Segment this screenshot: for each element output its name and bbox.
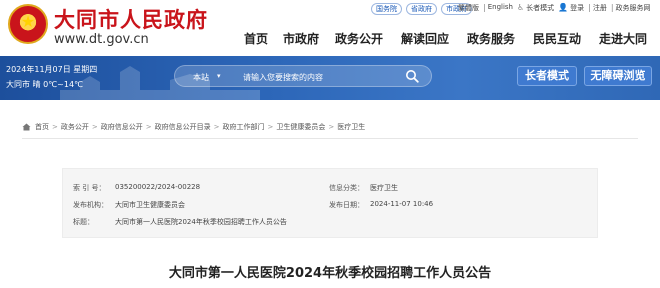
nav-government-affairs[interactable]: 政务公开 (326, 30, 392, 47)
search-icon[interactable] (405, 69, 419, 83)
publish-date-value: 2024-11-07 10:46 (370, 200, 434, 208)
tag-state-council[interactable]: 国务院 (371, 3, 402, 15)
national-emblem-icon: ★ (8, 4, 48, 44)
breadcrumb-info-disclosure[interactable]: 政府信息公开 (101, 122, 143, 132)
breadcrumb-separator: > (91, 123, 98, 131)
article-title: 大同市第一人民医院2024年秋季校园招聘工作人员公告 (168, 266, 492, 281)
publish-date-label: 发布日期： (329, 201, 364, 209)
top-tags: 国务院 省政府 市政府 (371, 3, 472, 15)
breadcrumb-disclosure-catalog[interactable]: 政府信息公开目录 (155, 122, 211, 132)
breadcrumb-medical[interactable]: 医疗卫生 (337, 122, 365, 132)
chevron-down-icon[interactable]: ▾ (217, 72, 221, 80)
category-value: 医疗卫生 (370, 184, 398, 192)
breadcrumb-separator: > (145, 123, 152, 131)
login-link[interactable]: 登录 (570, 3, 584, 13)
nav-interaction[interactable]: 民民互动 (524, 30, 590, 47)
section-divider (22, 138, 638, 139)
search-input[interactable]: 请输入您要搜索的内容 (243, 72, 323, 83)
english-link[interactable]: English (488, 3, 513, 13)
breadcrumb-health-commission[interactable]: 卫生健康委员会 (276, 122, 325, 132)
breadcrumb-home[interactable]: 首页 (35, 122, 49, 132)
breadcrumb-separator: > (213, 123, 220, 131)
service-portal-link[interactable]: 政务服务网 (616, 3, 651, 13)
traditional-chinese-link[interactable]: 繁體版 (458, 3, 479, 13)
category-label: 信息分类： (329, 184, 364, 192)
site-header: ★ 大同市人民政府 www.dt.gov.cn 国务院 省政府 市政府 繁體版 … (0, 0, 660, 56)
current-date: 2024年11月07日 星期四 (6, 65, 98, 74)
issuer-label: 发布机构： (73, 201, 108, 209)
search-box: 本站 ▾ 请输入您要搜索的内容 (174, 65, 432, 87)
breadcrumb-departments[interactable]: 政府工作部门 (223, 122, 265, 132)
issuer-value: 大同市卫生健康委员会 (115, 201, 185, 209)
document-info-table: 索 引 号： 035200022/2024-00228 信息分类： 医疗卫生 发… (62, 168, 598, 238)
elder-mode-link[interactable]: 长者模式 (526, 3, 554, 13)
breadcrumb: 首页 > 政务公开 > 政府信息公开 > 政府信息公开目录 > 政府工作部门 >… (22, 122, 365, 132)
breadcrumb-separator: > (52, 123, 58, 131)
breadcrumb-separator: > (267, 123, 274, 131)
nav-home[interactable]: 首页 (244, 30, 276, 47)
index-value: 035200022/2024-00228 (115, 183, 201, 191)
nav-about-datong[interactable]: 走进大同 (590, 30, 656, 47)
elder-mode-button[interactable]: 长者模式 (517, 66, 577, 86)
nav-interpretation[interactable]: 解读回应 (392, 30, 458, 47)
main-nav: 首页 市政府 政务公开 解读回应 政务服务 民民互动 走进大同 (244, 30, 656, 47)
breadcrumb-government-affairs[interactable]: 政务公开 (61, 122, 89, 132)
home-icon (22, 123, 31, 131)
accessible-browsing-button[interactable]: 无障碍浏览 (584, 66, 652, 86)
index-label: 索 引 号： (73, 184, 106, 192)
tag-province[interactable]: 省政府 (406, 3, 437, 15)
divider-icon: | (588, 3, 591, 12)
doc-title-label: 标题： (73, 218, 94, 226)
doc-title-value: 大同市第一人民医院2024年秋季校园招聘工作人员公告 (115, 218, 287, 226)
user-icon: 👤 (558, 3, 569, 12)
nav-city-government[interactable]: 市政府 (276, 30, 326, 47)
elder-icon: ♿ (516, 3, 525, 12)
search-scope-select[interactable]: 本站 (193, 72, 209, 83)
nav-government-services[interactable]: 政务服务 (458, 30, 524, 47)
divider-icon: | (610, 3, 614, 12)
divider-icon: | (483, 3, 486, 12)
site-url: www.dt.gov.cn (54, 32, 149, 47)
register-link[interactable]: 注册 (593, 3, 607, 13)
site-title[interactable]: 大同市人民政府 (54, 4, 208, 34)
weather-info: 大同市 晴 0℃~14℃ (6, 80, 84, 89)
breadcrumb-separator: > (328, 123, 335, 131)
top-links: 繁體版 | English ♿ 长者模式 👤 登录 | 注册 | 政务服务网 (458, 3, 651, 13)
